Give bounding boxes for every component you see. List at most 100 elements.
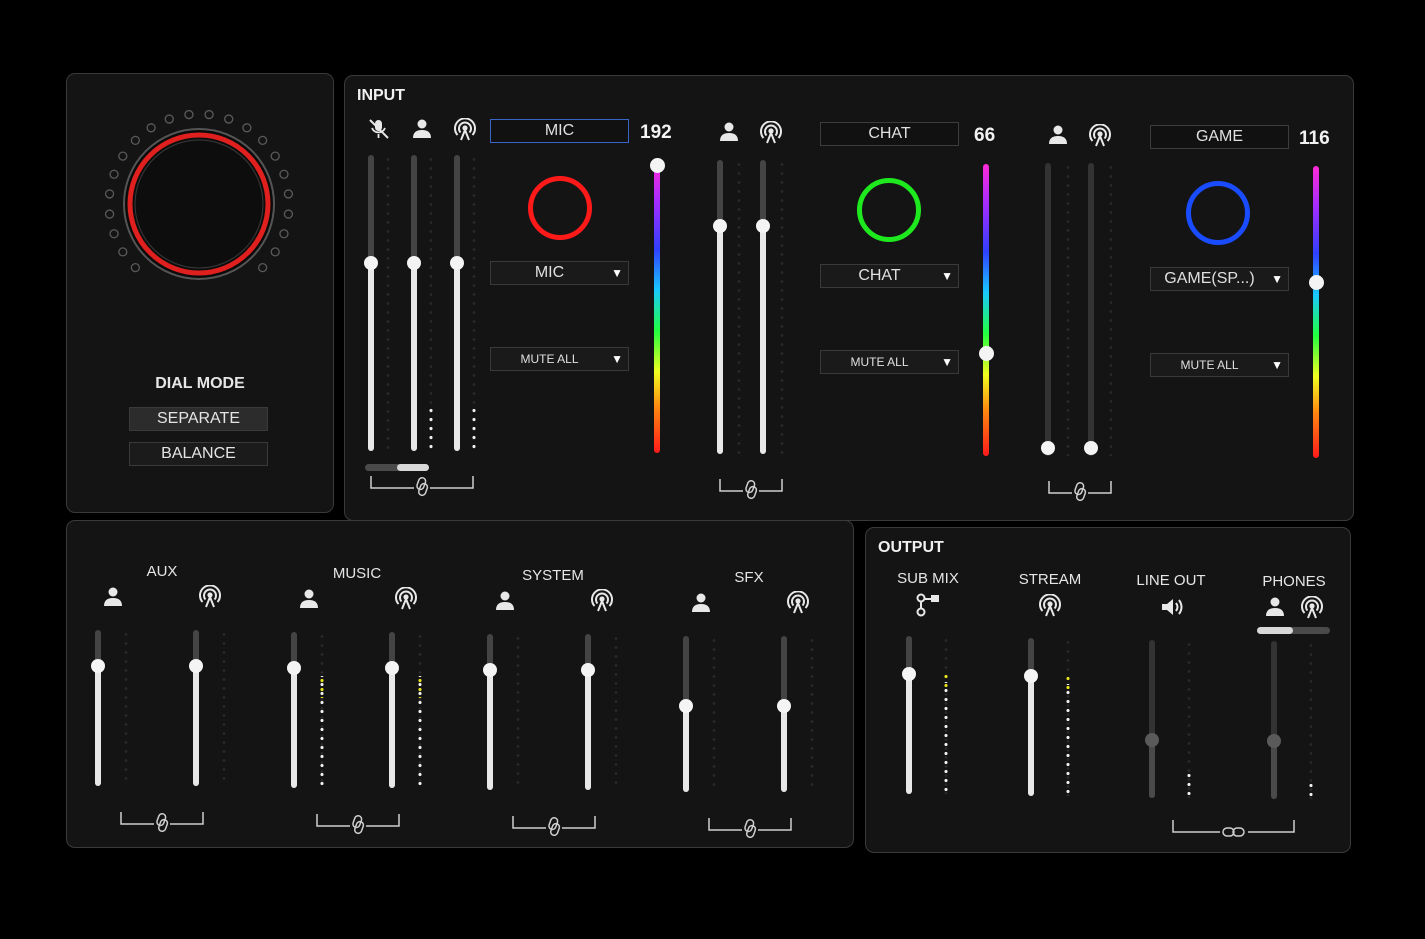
speaker-icon[interactable] [1159,595,1185,619]
game-person-fader[interactable] [1041,163,1055,456]
aux-broadcast-fader[interactable] [189,630,203,786]
chevron-down-icon: ▼ [611,266,623,280]
broadcast-icon[interactable] [1088,124,1112,148]
sfx-broadcast-fader[interactable] [777,636,791,792]
link-icon[interactable] [512,814,596,840]
broadcast-icon[interactable] [786,591,810,615]
mic-color-ring[interactable] [528,176,592,240]
aux-broadcast-meter [222,630,226,786]
game-color-slider-knob[interactable] [1308,274,1324,290]
person-icon[interactable] [102,586,124,608]
lineout-fader[interactable] [1145,640,1159,798]
broadcast-icon[interactable] [759,121,783,145]
dial-tick [224,114,234,124]
mic-person-fader[interactable] [407,155,421,451]
dial-panel: DIAL MODE SEPARATE BALANCE [66,73,334,513]
link-icon[interactable] [719,477,783,503]
music-label: MUSIC [332,565,382,582]
music-person-fader[interactable] [287,632,301,788]
game-person-meter [1066,163,1070,456]
chevron-down-icon: ▼ [611,352,623,366]
submix-fader[interactable] [902,636,916,794]
dial-tick [257,262,268,273]
mic-source-dropdown[interactable]: MIC ▼ [490,261,629,285]
mic-name-field[interactable]: MIC [490,119,629,143]
chat-person-meter [737,160,741,454]
system-broadcast-fader[interactable] [581,634,595,790]
lineout-meter [1187,640,1191,798]
person-icon[interactable] [718,121,740,143]
broadcast-icon[interactable] [1300,596,1324,620]
game-broadcast-fader[interactable] [1084,163,1098,456]
person-icon[interactable] [1264,596,1286,618]
dial-tick [164,114,174,124]
mic-muted-fader[interactable] [364,155,378,451]
mic-muted-icon[interactable] [367,117,391,141]
chat-name-field[interactable]: CHAT [820,122,959,146]
game-source-dropdown[interactable]: GAME(SP...) ▼ [1150,267,1289,291]
broadcast-icon[interactable] [453,118,477,142]
chat-color-ring[interactable] [857,178,921,242]
mic-color-slider-knob[interactable] [649,157,665,173]
broadcast-icon[interactable] [1038,594,1062,618]
chat-person-fader[interactable] [713,160,727,454]
game-mute-dropdown[interactable]: MUTE ALL ▼ [1150,353,1289,377]
dial-tick [283,209,294,219]
link-icon[interactable] [708,816,792,842]
link-icon[interactable] [1048,479,1112,505]
mic-color-slider[interactable] [654,162,660,453]
output-link-icon[interactable] [1172,818,1296,842]
phones-balance-slider[interactable] [1257,627,1330,634]
separate-button[interactable]: SEPARATE [129,407,268,431]
person-icon[interactable] [690,592,712,614]
system-label: SYSTEM [522,567,584,584]
broadcast-icon[interactable] [590,589,614,613]
person-icon[interactable] [411,118,433,140]
system-person-fader[interactable] [483,634,497,790]
dial-tick [257,135,268,146]
chat-color-slider-knob[interactable] [978,345,994,361]
chat-mute-dropdown[interactable]: MUTE ALL ▼ [820,350,959,374]
dial-tick [146,123,156,133]
person-icon[interactable] [298,588,320,610]
dial-tick [104,209,115,219]
game-color-ring[interactable] [1186,181,1250,245]
link-icon[interactable] [316,812,400,838]
chat-source-label: CHAT [858,267,901,284]
phones-fader[interactable] [1267,641,1281,799]
dial-tick [204,109,214,120]
balance-button[interactable]: BALANCE [129,442,268,466]
lineout-label: LINE OUT [1136,572,1206,589]
aux-person-fader[interactable] [91,630,105,786]
music-broadcast-meter [418,632,422,788]
link-icon[interactable] [120,810,204,836]
stream-fader[interactable] [1024,638,1038,796]
person-icon[interactable] [494,590,516,612]
mic-broadcast-fader[interactable] [450,155,464,451]
chat-source-dropdown[interactable]: CHAT ▼ [820,264,959,288]
mic-mute-dropdown[interactable]: MUTE ALL ▼ [490,347,629,371]
dial-knob[interactable] [100,104,300,304]
submix-icon[interactable] [916,593,942,617]
dial-tick [130,135,141,146]
game-color-slider[interactable] [1313,166,1319,458]
sfx-person-meter [712,636,716,792]
broadcast-icon[interactable] [394,587,418,611]
music-broadcast-fader[interactable] [385,632,399,788]
mic-broadcast-meter [472,155,476,451]
sfx-person-fader[interactable] [679,636,693,792]
link-icon[interactable] [370,474,474,500]
mic-person-meter [429,155,433,451]
chat-broadcast-fader[interactable] [756,160,770,454]
dial-mode-label: DIAL MODE [155,375,245,392]
chat-color-slider[interactable] [983,164,989,456]
mic-horizontal-slider[interactable] [365,464,429,471]
dial-tick [279,229,289,239]
dial-tick [283,189,294,199]
person-icon[interactable] [1047,124,1069,146]
phones-meter [1309,641,1313,799]
mic-muted-meter [386,155,390,451]
game-source-label: GAME(SP...) [1164,270,1255,287]
broadcast-icon[interactable] [198,585,222,609]
game-name-field[interactable]: GAME [1150,125,1289,149]
